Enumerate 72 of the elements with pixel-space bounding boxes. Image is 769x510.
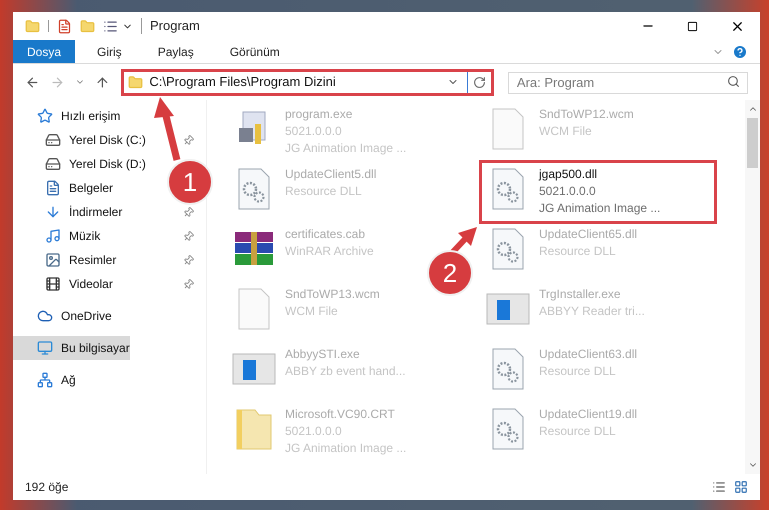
sidebar-item[interactable]: Bu bilgisayar xyxy=(13,336,130,360)
file-detail: WCM File xyxy=(285,303,339,320)
properties-icon[interactable] xyxy=(57,18,72,34)
ribbon-tab[interactable]: Paylaş xyxy=(144,40,208,63)
file-detail: 5021.0.0.0 xyxy=(285,123,343,140)
help-icon[interactable] xyxy=(732,44,748,60)
file-detail: 5021.0.0.0 xyxy=(285,423,343,440)
maximize-icon xyxy=(687,20,698,32)
ribbon-tab[interactable]: Giriş xyxy=(83,40,136,63)
sidebar-item[interactable]: Ağ xyxy=(13,368,80,392)
address-bar[interactable]: C:\Program Files\Program Dizini xyxy=(121,68,494,96)
file-name: program.exe xyxy=(285,106,354,123)
file-detail: WinRAR Archive xyxy=(285,243,374,260)
film-icon xyxy=(45,276,61,292)
file-detail: JG Animation Image ... xyxy=(285,140,406,157)
ribbon-tab[interactable]: Görünüm xyxy=(216,40,294,63)
sidebar-item[interactable]: Müzik xyxy=(13,224,104,248)
music-note-icon xyxy=(45,228,61,244)
drive-icon xyxy=(45,132,61,148)
network-icon xyxy=(37,372,53,388)
details-view-icon[interactable] xyxy=(712,480,726,494)
up-arrow-icon[interactable] xyxy=(94,74,110,90)
folder-icon xyxy=(128,74,144,90)
file-name: SndToWP12.wcm xyxy=(539,106,634,123)
file-detail: ABBYY Reader tri... xyxy=(539,303,645,320)
file-item[interactable]: jgap500.dll 5021.0.0.0 JG Animation Image ... xyxy=(481,162,715,222)
file-name: certificates.cab xyxy=(285,226,366,243)
file-detail: 5021.0.0.0 xyxy=(539,183,597,200)
search-field[interactable]: Ara: Program xyxy=(508,72,748,94)
file-name: SndToWP13.wcm xyxy=(285,286,380,303)
picture-icon xyxy=(45,252,61,268)
monitor-icon xyxy=(37,340,53,356)
item-count: 192 öğe xyxy=(25,479,68,496)
file-detail: Resource DLL xyxy=(539,423,617,440)
sidebar-item[interactable]: Belgeler xyxy=(13,176,118,200)
star-icon xyxy=(37,108,53,124)
file-name: jgap500.dll xyxy=(539,166,598,183)
sidebar-item[interactable]: Videolar xyxy=(13,272,117,296)
file-name: UpdateClient19.dll xyxy=(539,406,638,423)
large-icons-view-icon[interactable] xyxy=(734,480,748,494)
file-detail: JG Animation Image ... xyxy=(539,200,660,217)
file-name: AbbyySTI.exe xyxy=(285,346,361,363)
sidebar-item[interactable]: OneDrive xyxy=(13,304,116,328)
file-detail: Resource DLL xyxy=(539,363,617,380)
file-name: Microsoft.VC90.CRT xyxy=(285,406,396,423)
file-detail: Resource DLL xyxy=(539,243,617,260)
file-name: UpdateClient5.dll xyxy=(285,166,376,183)
file-name: UpdateClient65.dll xyxy=(539,226,638,243)
file-detail: WCM File xyxy=(539,123,593,140)
file-name: TrgInstaller.exe xyxy=(539,286,622,303)
refresh-icon[interactable] xyxy=(472,76,486,88)
file-detail: Resource DLL xyxy=(285,183,363,200)
ribbon-tab[interactable]: Dosya xyxy=(13,40,76,63)
drive-icon xyxy=(45,156,61,172)
file-detail: ABBY zb event hand... xyxy=(285,363,406,380)
search-icon xyxy=(727,75,740,88)
cloud-icon xyxy=(37,308,53,324)
scrollbar[interactable] xyxy=(745,100,760,474)
window-title: Program xyxy=(150,17,200,36)
list-icon[interactable] xyxy=(103,18,118,34)
step-number-badge: 2 xyxy=(427,250,473,296)
scrollbar-thumb[interactable] xyxy=(747,118,758,168)
address-path: C:\Program Files\Program Dizini xyxy=(149,73,337,92)
sidebar-item[interactable]: İndirmeler xyxy=(13,200,126,224)
file-detail: JG Animation Image ... xyxy=(285,440,406,457)
sidebar-item[interactable]: Resimler xyxy=(13,248,120,272)
sidebar-item[interactable]: Yerel Disk (D:) xyxy=(13,152,150,176)
sidebar-item[interactable]: Yerel Disk (C:) xyxy=(13,128,150,152)
file-name: UpdateClient63.dll xyxy=(539,346,638,363)
step-number-badge: 1 xyxy=(167,159,213,205)
sidebar-item[interactable]: Hızlı erişim xyxy=(13,104,124,128)
document-icon xyxy=(45,180,61,196)
